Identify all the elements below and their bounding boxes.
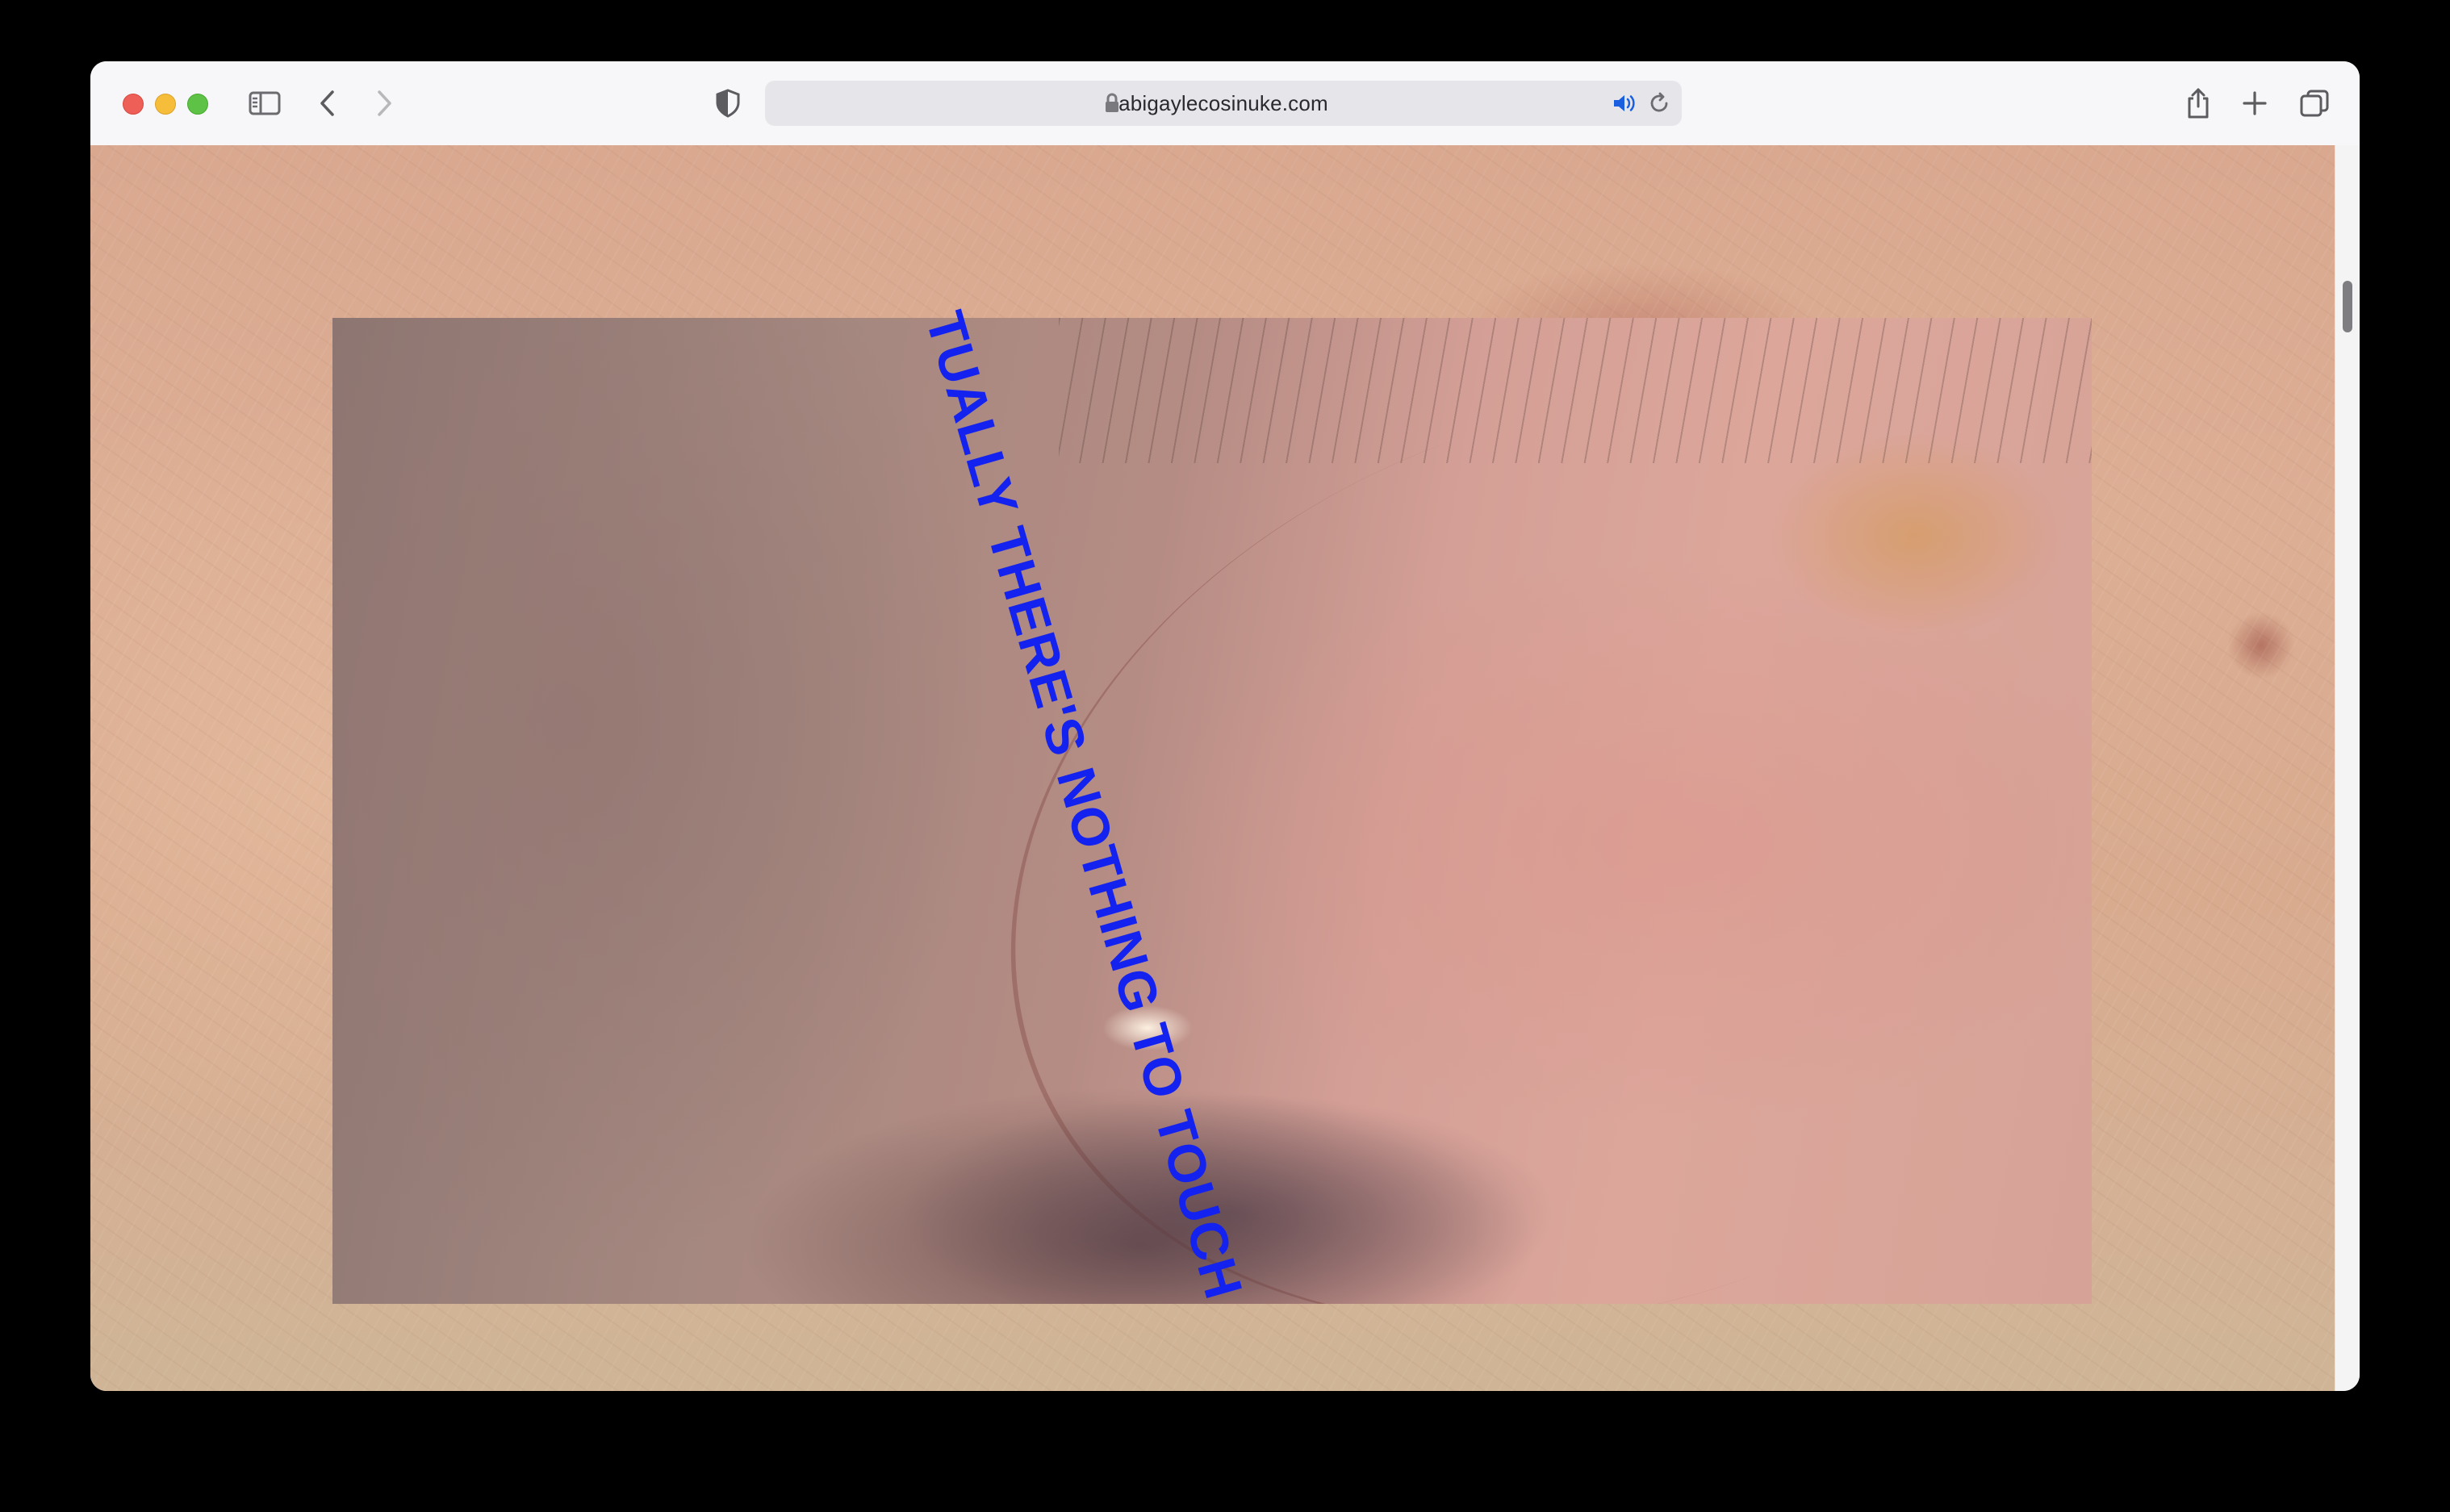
- speaker-icon[interactable]: [1612, 92, 1637, 119]
- browser-toolbar: abigaylecosinuke.com: [90, 61, 2360, 147]
- zoom-window-icon[interactable]: [187, 94, 208, 115]
- address-bar[interactable]: abigaylecosinuke.com: [765, 81, 1682, 126]
- close-window-icon[interactable]: [123, 94, 144, 115]
- reload-icon[interactable]: [1648, 92, 1670, 119]
- share-icon[interactable]: [2176, 81, 2221, 126]
- chevron-left-icon[interactable]: [305, 81, 350, 126]
- chevron-right-icon[interactable]: [362, 81, 407, 126]
- tab-overview-icon[interactable]: [2292, 81, 2337, 126]
- vertical-scrollbar[interactable]: [2335, 145, 2360, 1391]
- shield-icon[interactable]: [705, 81, 750, 126]
- url-text: abigaylecosinuke.com: [1118, 91, 1328, 115]
- browser-window: abigaylecosinuke.com TUALLY THERE'S NOTH…: [90, 61, 2360, 1391]
- sidebar-icon[interactable]: [242, 81, 287, 126]
- minimize-window-icon[interactable]: [155, 94, 176, 115]
- scrollbar-thumb[interactable]: [2343, 281, 2352, 332]
- page-content: TUALLY THERE'S NOTHING TO TOUCH: [90, 145, 2360, 1391]
- plus-icon[interactable]: [2232, 81, 2277, 126]
